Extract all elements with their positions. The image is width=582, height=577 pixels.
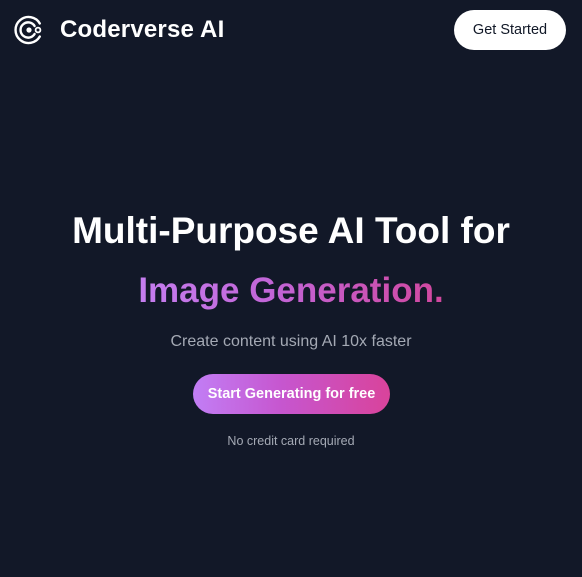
hero-highlight-wrapper: Image Generation. bbox=[0, 269, 582, 313]
coderverse-logo-icon bbox=[14, 15, 42, 45]
cta-container: Start Generating for free bbox=[0, 374, 582, 414]
navbar: Coderverse AI Get Started bbox=[0, 0, 582, 60]
get-started-button[interactable]: Get Started bbox=[454, 10, 566, 50]
brand-name: Coderverse AI bbox=[60, 16, 225, 43]
hero-highlight-text: Image Generation. bbox=[138, 271, 444, 310]
brand-link[interactable]: Coderverse AI bbox=[13, 13, 224, 47]
hero-title: Multi-Purpose AI Tool for bbox=[72, 210, 510, 251]
start-generating-button[interactable]: Start Generating for free bbox=[193, 374, 390, 414]
hero-subtitle: Create content using AI 10x faster bbox=[170, 333, 412, 350]
no-credit-card-note: No credit card required bbox=[227, 434, 355, 448]
